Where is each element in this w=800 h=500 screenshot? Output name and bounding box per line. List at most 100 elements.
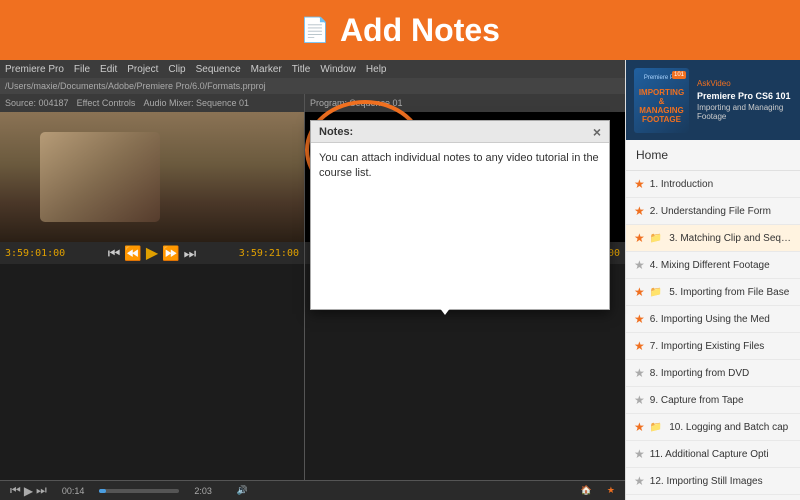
menu-help[interactable]: Help	[366, 64, 387, 75]
folder-icon: 📁	[650, 422, 662, 433]
nav-item-9[interactable]: ★ 9. Capture from Tape	[626, 387, 800, 414]
source-play[interactable]: ▶	[146, 243, 158, 263]
nav-item-text: 4. Mixing Different Footage	[650, 260, 792, 271]
menu-window[interactable]: Window	[320, 64, 356, 75]
nav-item-text: 3. Matching Clip and Seque	[669, 233, 792, 244]
nav-item-5[interactable]: ★ 📁 5. Importing from File Base	[626, 279, 800, 306]
cover-title: IMPORTING & MANAGING FOOTAGE	[638, 89, 685, 124]
transport-controls: ⏮ ▶ ⏭	[10, 483, 47, 498]
menu-project[interactable]: Project	[127, 64, 158, 75]
nav-item-4[interactable]: ★ 4. Mixing Different Footage	[626, 252, 800, 279]
nav-item-text: 1. Introduction	[650, 179, 792, 190]
nav-item-6[interactable]: ★ 6. Importing Using the Med	[626, 306, 800, 333]
notes-popup: Notes: × You can attach individual notes…	[310, 120, 610, 310]
nav-item-text: 7. Importing Existing Files	[650, 341, 792, 352]
star-icon: ★	[634, 204, 645, 218]
time-total: 2:03	[194, 486, 212, 496]
progress-bar[interactable]	[99, 489, 179, 493]
menu-marker[interactable]: Marker	[251, 64, 282, 75]
file-path: /Users/maxie/Documents/Adobe/Premiere Pr…	[5, 81, 266, 91]
video-frame	[0, 112, 304, 242]
book-cover: 101 Premiere Pro IMPORTING & MANAGING FO…	[634, 68, 689, 133]
status-bar: ⏮ ▶ ⏭ 00:14 2:03 🔊 🏠 ★	[0, 480, 625, 500]
book-info: AskVideo Premiere Pro CS6 101 Importing …	[697, 79, 792, 122]
skip-start-icon[interactable]: ⏮	[10, 483, 21, 498]
course-thumbnail: 101 Premiere Pro IMPORTING & MANAGING FO…	[626, 60, 800, 140]
nav-item-1[interactable]: ★ 1. Introduction	[626, 171, 800, 198]
notes-close-btn[interactable]: ×	[593, 124, 601, 140]
course-subtitle: Importing and Managing Footage	[697, 103, 792, 121]
sidebar: 101 Premiere Pro IMPORTING & MANAGING FO…	[625, 60, 800, 500]
source-monitor: Source: 004187 Effect Controls Audio Mix…	[0, 94, 305, 480]
nav-item-text: 11. Additional Capture Opti	[650, 449, 792, 460]
play-icon[interactable]: ▶	[24, 484, 33, 498]
nav-item-13[interactable]: ★ 13. Importing Layered Phot	[626, 495, 800, 500]
star-icon: ★	[634, 258, 645, 272]
star-icon: ★	[634, 231, 645, 245]
source-timecode-right: 3:59:21:00	[239, 248, 299, 259]
folder-icon: 📁	[650, 233, 662, 244]
program-panel-header: Program: Sequence 01	[305, 94, 625, 112]
nav-item-2[interactable]: ★ 2. Understanding File Form	[626, 198, 800, 225]
course-badge: 101	[672, 71, 686, 79]
star-icon: ★	[634, 393, 645, 407]
header-bar: 📄 Add Notes	[0, 0, 800, 60]
star-icon: ★	[634, 447, 645, 461]
volume-icon[interactable]: 🔊	[237, 485, 248, 496]
nav-list: Home ★ 1. Introduction ★ 2. Understandin…	[626, 140, 800, 500]
skip-end-icon[interactable]: ⏭	[36, 483, 47, 498]
nav-item-11[interactable]: ★ 11. Additional Capture Opti	[626, 441, 800, 468]
notes-text: You can attach individual notes to any v…	[319, 151, 601, 182]
course-name: Premiere Pro CS6 101	[697, 91, 792, 102]
home-icon[interactable]: 🏠	[581, 485, 592, 496]
path-bar: /Users/maxie/Documents/Adobe/Premiere Pr…	[0, 78, 625, 94]
source-step-back[interactable]: ⏪	[124, 245, 141, 262]
bubble-pointer	[430, 295, 460, 315]
nav-item-text: 5. Importing from File Base	[669, 287, 792, 298]
star-icon: ★	[634, 339, 645, 353]
time-elapsed: 00:14	[62, 486, 85, 496]
nav-item-7[interactable]: ★ 7. Importing Existing Files	[626, 333, 800, 360]
bookmark-icon[interactable]: ★	[607, 485, 615, 496]
menu-title[interactable]: Title	[292, 64, 311, 75]
star-icon: ★	[634, 366, 645, 380]
notes-header: Notes: ×	[311, 121, 609, 143]
notes-body: You can attach individual notes to any v…	[311, 143, 609, 190]
menu-file[interactable]: File	[74, 64, 90, 75]
menu-clip[interactable]: Clip	[168, 64, 185, 75]
nav-item-3[interactable]: ★ 📁 3. Matching Clip and Seque	[626, 225, 800, 252]
document-icon: 📄	[300, 16, 330, 45]
app-name: Premiere Pro	[5, 64, 64, 75]
nav-item-10[interactable]: ★ 📁 10. Logging and Batch cap	[626, 414, 800, 441]
nav-item-text: 6. Importing Using the Med	[650, 314, 792, 325]
menu-edit[interactable]: Edit	[100, 64, 117, 75]
source-tab-audio[interactable]: Audio Mixer: Sequence 01	[143, 98, 249, 108]
nav-item-text: 10. Logging and Batch cap	[669, 422, 792, 433]
nav-item-12[interactable]: ★ 12. Importing Still Images	[626, 468, 800, 495]
nav-item-8[interactable]: ★ 8. Importing from DVD	[626, 360, 800, 387]
notes-title: Notes:	[319, 126, 353, 138]
menu-bar[interactable]: Premiere Pro File Edit Project Clip Sequ…	[0, 60, 625, 78]
source-play-btn[interactable]: ⏮	[108, 245, 121, 262]
source-controls: 3:59:01:00 ⏮ ⏪ ▶ ⏩ ⏭ 3:59:21:00	[0, 242, 304, 264]
video-figure	[40, 132, 160, 222]
source-label: Source: 004187	[5, 98, 69, 108]
page-title: Add Notes	[340, 12, 500, 49]
nav-item-text: 12. Importing Still Images	[650, 476, 792, 487]
source-step-fwd[interactable]: ⏩	[162, 245, 179, 262]
folder-icon: 📁	[650, 287, 662, 298]
program-label: Program: Sequence 01	[310, 98, 403, 108]
star-icon: ★	[634, 312, 645, 326]
menu-sequence[interactable]: Sequence	[196, 64, 241, 75]
source-tab-fx[interactable]: Effect Controls	[77, 98, 136, 108]
source-timecode-left: 3:59:01:00	[5, 248, 65, 259]
progress-fill	[99, 489, 105, 493]
star-icon: ★	[634, 474, 645, 488]
brand-label: AskVideo	[697, 79, 792, 88]
source-video	[0, 112, 304, 242]
nav-item-text: 8. Importing from DVD	[650, 368, 792, 379]
source-end[interactable]: ⏭	[184, 245, 197, 262]
star-icon: ★	[634, 177, 645, 191]
star-icon: ★	[634, 285, 645, 299]
nav-home[interactable]: Home	[626, 140, 800, 171]
